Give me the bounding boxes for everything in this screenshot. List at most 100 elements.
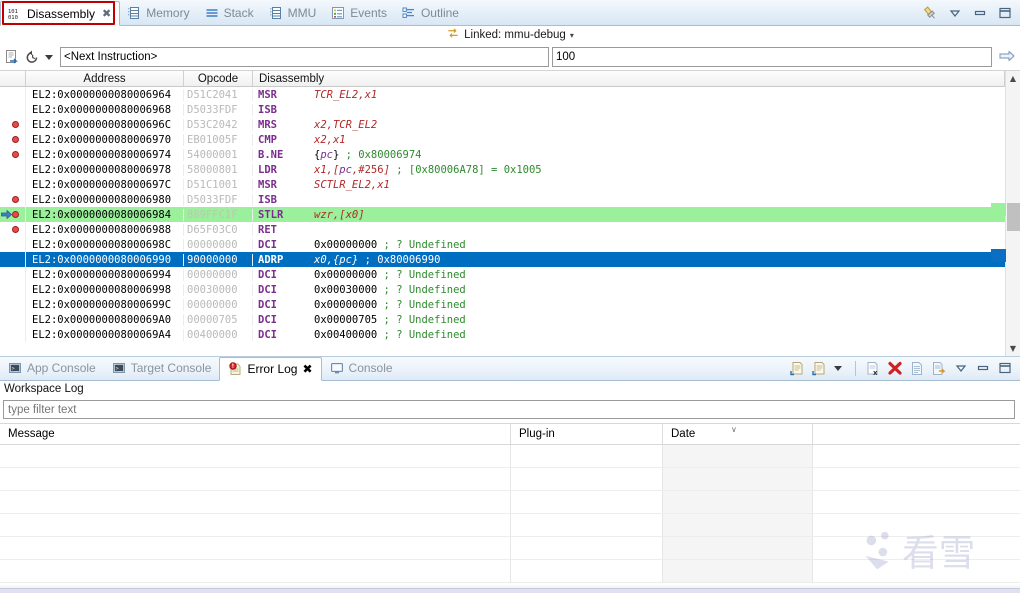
breakpoint-icon[interactable] <box>12 121 19 128</box>
scroll-up-arrow-icon[interactable]: ▲ <box>1006 71 1020 86</box>
scroll-down-arrow-icon[interactable]: ▼ <box>1006 341 1020 356</box>
breakpoint-cell[interactable] <box>0 327 26 342</box>
disassembly-row[interactable]: EL2:0x00000000800069A4 00400000 DCI 0x00400… <box>0 327 1005 342</box>
disassembly-row[interactable]: EL2:0x0000000080006970 EB01005F CMP x2,x1 <box>0 132 1005 147</box>
minimize-icon[interactable] <box>972 6 987 20</box>
breakpoint-cell[interactable] <box>0 237 26 252</box>
tab-mmu[interactable]: MMU <box>262 0 325 25</box>
tab-error-log[interactable]: ! Error Log ✖ <box>219 357 322 381</box>
disassembly-row[interactable]: EL2:0x0000000080006980 D5033FDF ISB <box>0 192 1005 207</box>
tab-target-console[interactable]: >_ Target Console <box>104 356 220 380</box>
pin-icon[interactable] <box>922 5 937 20</box>
tab-memory[interactable]: Memory <box>120 0 197 25</box>
breakpoint-cell[interactable] <box>0 222 26 237</box>
tab-app-console[interactable]: >_ App Console <box>0 356 104 380</box>
breakpoint-cell[interactable] <box>0 312 26 327</box>
tab-stack[interactable]: Stack <box>198 0 262 25</box>
column-header-plugin[interactable]: Plug-in <box>511 424 663 444</box>
goto-address-icon[interactable] <box>4 49 21 66</box>
operands: 0x00000000 ; ? Undefined <box>314 238 466 251</box>
export-log-icon[interactable] <box>789 361 804 376</box>
breakpoint-cell[interactable] <box>0 177 26 192</box>
error-log-row[interactable] <box>0 514 1020 537</box>
disassembly-cell: MSR SCTLR_EL2,x1 <box>253 179 1005 191</box>
disassembly-vertical-scrollbar[interactable]: ▲ ▼ <box>991 71 1020 356</box>
scroll-marker-selection <box>991 249 1006 262</box>
breakpoint-cell[interactable] <box>0 207 26 222</box>
breakpoint-icon[interactable] <box>12 211 19 218</box>
dropdown-caret-icon[interactable] <box>834 365 842 371</box>
restore-log-icon[interactable] <box>931 361 946 375</box>
disassembly-row[interactable]: EL2:0x0000000080006964 D51C2041 MSR TCR_EL2… <box>0 87 1005 102</box>
close-icon[interactable]: ✖ <box>102 7 111 20</box>
breakpoint-cell[interactable] <box>0 252 26 267</box>
breakpoint-cell[interactable] <box>0 147 26 162</box>
disassembly-row[interactable]: EL2:0x0000000080006978 58000801 LDR x1,[pc,… <box>0 162 1005 177</box>
breakpoint-cell[interactable] <box>0 117 26 132</box>
history-dropdown-caret-icon[interactable] <box>45 54 53 60</box>
disassembly-row[interactable]: EL2:0x0000000080006984 889FFC1F STLR wzr,[x… <box>0 207 1005 222</box>
scroll-marker-current-line <box>991 203 1006 216</box>
disassembly-row[interactable]: EL2:0x000000008000697C D51C1001 MSR SCTLR_E… <box>0 177 1005 192</box>
history-clock-icon[interactable] <box>24 49 41 66</box>
tab-disassembly[interactable]: 101 010 Disassembly ✖ <box>0 1 121 26</box>
disassembly-row[interactable]: EL2:0x000000008000696C D53C2042 MRS x2,TCR_… <box>0 117 1005 132</box>
column-header-message[interactable]: Message <box>0 424 511 444</box>
close-icon[interactable]: ✖ <box>302 362 312 376</box>
tab-outline[interactable]: Outline <box>395 0 467 25</box>
column-header-marker[interactable] <box>0 71 26 86</box>
error-log-row[interactable] <box>0 560 1020 583</box>
tab-console[interactable]: Console <box>322 356 401 380</box>
maximize-icon[interactable] <box>997 361 1012 375</box>
error-log-row[interactable] <box>0 468 1020 491</box>
column-header-date[interactable]: Date ∨ <box>663 424 813 444</box>
disassembly-row[interactable]: EL2:0x000000008000699C 00000000 DCI 0x00000… <box>0 297 1005 312</box>
error-log-rows[interactable] <box>0 445 1020 584</box>
column-header-address[interactable]: Address <box>26 71 184 86</box>
filter-input[interactable] <box>3 400 1015 419</box>
column-header-opcode[interactable]: Opcode <box>184 71 253 86</box>
open-log-icon[interactable] <box>909 361 924 375</box>
linked-context-bar[interactable]: Linked: mmu-debug ▾ <box>0 26 1020 44</box>
error-log-row[interactable] <box>0 491 1020 514</box>
disassembly-row[interactable]: EL2:0x0000000080006998 00030000 DCI 0x00030… <box>0 282 1005 297</box>
breakpoint-cell[interactable] <box>0 282 26 297</box>
disassembly-row[interactable]: EL2:0x0000000080006990 90000000 ADRP x0,{pc… <box>0 252 1005 267</box>
breakpoint-cell[interactable] <box>0 102 26 117</box>
disassembly-rows[interactable]: EL2:0x0000000080006964 D51C2041 MSR TCR_EL2… <box>0 87 1005 356</box>
breakpoint-cell[interactable] <box>0 297 26 312</box>
go-arrow-icon[interactable] <box>998 49 1016 65</box>
scrollbar-thumb[interactable] <box>1007 203 1020 231</box>
error-log-row[interactable] <box>0 537 1020 560</box>
instruction-count-input[interactable] <box>552 47 992 67</box>
disassembly-row[interactable]: EL2:0x0000000080006994 00000000 DCI 0x00000… <box>0 267 1005 282</box>
breakpoint-icon[interactable] <box>12 136 19 143</box>
error-log-cell <box>663 445 813 467</box>
minimize-icon[interactable] <box>975 361 990 375</box>
disassembly-row[interactable]: EL2:0x0000000080006968 D5033FDF ISB <box>0 102 1005 117</box>
disassembly-column-headers: Address Opcode Disassembly <box>0 71 1005 87</box>
view-menu-icon[interactable] <box>953 361 968 375</box>
view-menu-icon[interactable] <box>947 6 962 20</box>
import-log-icon[interactable] <box>811 361 826 376</box>
tab-events[interactable]: Events <box>324 0 395 25</box>
delete-log-icon[interactable] <box>887 361 902 375</box>
breakpoint-icon[interactable] <box>12 151 19 158</box>
chevron-down-icon[interactable]: ▾ <box>570 31 574 40</box>
breakpoint-cell[interactable] <box>0 267 26 282</box>
breakpoint-icon[interactable] <box>12 226 19 233</box>
breakpoint-cell[interactable] <box>0 132 26 147</box>
breakpoint-cell[interactable] <box>0 87 26 102</box>
breakpoint-icon[interactable] <box>12 196 19 203</box>
address-input[interactable] <box>60 47 549 67</box>
maximize-icon[interactable] <box>997 6 1012 20</box>
error-log-row[interactable] <box>0 445 1020 468</box>
breakpoint-cell[interactable] <box>0 192 26 207</box>
breakpoint-cell[interactable] <box>0 162 26 177</box>
disassembly-row[interactable]: EL2:0x00000000800069A0 00000705 DCI 0x00000… <box>0 312 1005 327</box>
clear-log-icon[interactable]: x <box>865 361 880 377</box>
disassembly-row[interactable]: EL2:0x0000000080006988 D65F03C0 RET <box>0 222 1005 237</box>
column-header-disassembly[interactable]: Disassembly <box>253 71 1005 86</box>
disassembly-row[interactable]: EL2:0x000000008000698C 00000000 DCI 0x00000… <box>0 237 1005 252</box>
disassembly-row[interactable]: EL2:0x0000000080006974 54000001 B.NE {pc} ;… <box>0 147 1005 162</box>
